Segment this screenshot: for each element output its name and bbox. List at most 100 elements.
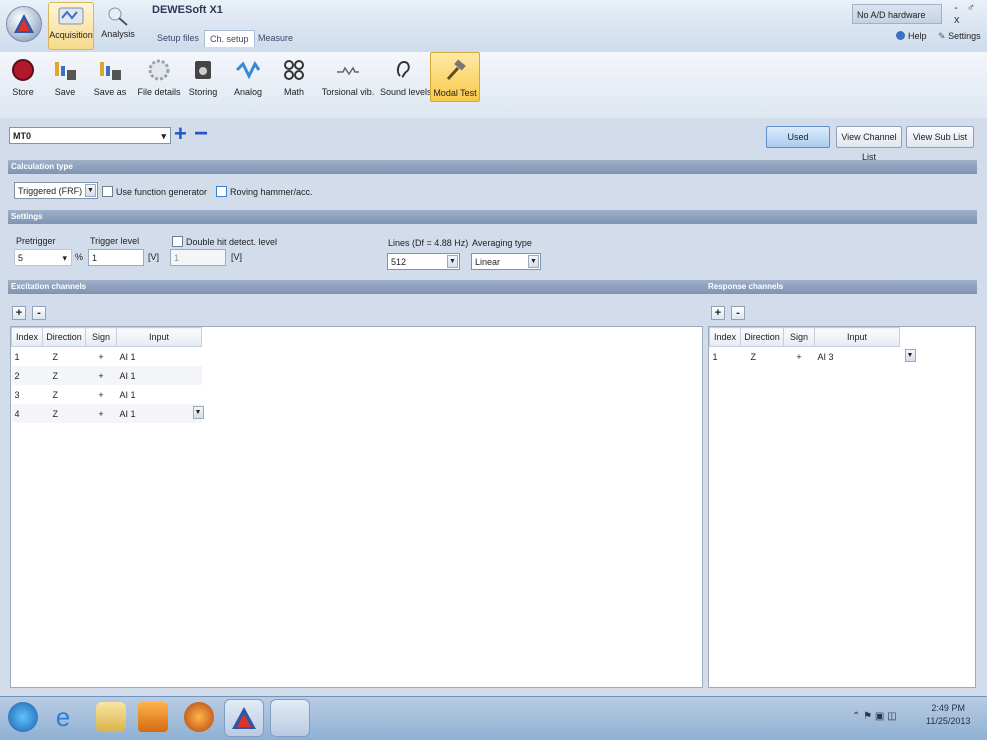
index-cell: 4	[11, 404, 43, 423]
module-select[interactable]: MT0 ▾	[9, 127, 171, 144]
view-channel-list-button[interactable]: View Channel List	[836, 126, 902, 162]
input-cell[interactable]: AI 1	[117, 347, 202, 367]
torsional-label: Torsional vib.	[321, 87, 375, 97]
table-header-row: Index Direction Sign Input	[11, 327, 202, 347]
lines-select[interactable]: 512 ▼	[387, 253, 460, 270]
store-button[interactable]: Store	[4, 52, 42, 102]
column-header[interactable]: Direction	[740, 327, 784, 347]
dewesoft-logo[interactable]	[6, 6, 42, 42]
clock[interactable]: 2:49 PM 11/25/2013	[926, 702, 970, 728]
dropdown-arrow-icon[interactable]: ▼	[904, 349, 916, 362]
system-tray[interactable]: ⌃ ⚑ ▣ ◫	[852, 711, 897, 722]
roving-checkbox[interactable]: Roving hammer/acc.	[216, 186, 313, 197]
column-header[interactable]: Index	[11, 327, 43, 347]
tab-measure[interactable]: Measure	[253, 30, 298, 46]
remove-response-button[interactable]: -	[731, 306, 745, 320]
pretrigger-select[interactable]: 5 ▾	[14, 249, 72, 266]
table-row[interactable]: 3 Z + AI 1	[12, 385, 202, 404]
start-button-icon[interactable]	[8, 702, 38, 732]
add-excitation-button[interactable]: +	[12, 306, 26, 320]
input-cell[interactable]: AI 3 ▼	[815, 347, 916, 367]
paint-taskbar-icon[interactable]	[270, 699, 310, 737]
column-header[interactable]: Sign	[783, 327, 815, 347]
sign-cell[interactable]: +	[85, 366, 117, 385]
torsional-button[interactable]: Torsional vib.	[320, 52, 376, 102]
table-row[interactable]: 4 Z + AI 1 ▼	[11, 404, 204, 423]
sign-cell[interactable]: +	[86, 347, 117, 367]
column-header[interactable]: Index	[709, 327, 741, 347]
hardware-status[interactable]: No A/D hardware	[852, 4, 942, 24]
column-header[interactable]: Input	[814, 327, 900, 347]
direction-cell[interactable]: Z	[42, 366, 86, 385]
direction-cell[interactable]: Z	[43, 385, 86, 404]
input-cell[interactable]: AI 1	[117, 385, 202, 404]
input-cell[interactable]: AI 1 ▼	[116, 404, 204, 423]
storing-button[interactable]: Storing	[184, 52, 222, 102]
torsional-icon	[320, 55, 376, 85]
tab-ch-setup[interactable]: Ch. setup	[204, 30, 255, 47]
dewesoft-logo-icon	[232, 707, 256, 729]
column-header[interactable]: Direction	[42, 327, 86, 347]
calculation-type-select[interactable]: Triggered (FRF) ▼	[14, 182, 98, 199]
dewesoft-taskbar-icon[interactable]	[224, 699, 264, 737]
remove-excitation-button[interactable]: -	[32, 306, 46, 320]
settings-link[interactable]: ✎ Settings	[938, 31, 981, 42]
direction-cell[interactable]: Z	[741, 347, 784, 367]
averaging-type-select[interactable]: Linear ▼	[471, 253, 541, 270]
lines-label: Lines (Df = 4.88 Hz)	[388, 238, 469, 248]
media-player-icon[interactable]	[138, 702, 168, 732]
trigger-level-input[interactable]: 1	[88, 249, 144, 266]
window-controls[interactable]: - ♂ x	[954, 2, 987, 26]
trigger-level-label: Trigger level	[90, 236, 140, 246]
calculation-type-header: Calculation type	[8, 160, 977, 174]
save-label: Save	[54, 87, 76, 97]
table-row[interactable]: 1 Z + AI 3 ▼	[710, 347, 916, 367]
column-header[interactable]: Input	[116, 327, 202, 347]
sign-cell[interactable]: +	[784, 347, 815, 367]
store-label: Store	[12, 87, 34, 97]
add-response-button[interactable]: +	[711, 306, 725, 320]
save-as-label: Save as	[93, 87, 127, 97]
modal-test-button[interactable]: Modal Test	[430, 52, 480, 102]
sound-levels-button[interactable]: Sound levels	[380, 52, 432, 102]
dropdown-arrow-icon: ▼	[85, 184, 96, 197]
tab-setup-files[interactable]: Setup files	[152, 30, 204, 46]
use-function-generator-checkbox[interactable]: Use function generator	[102, 186, 207, 197]
acquisition-icon	[56, 6, 86, 28]
disk-icon	[184, 55, 222, 85]
remove-module-button[interactable]: −	[194, 120, 208, 148]
clock-time: 2:49 PM	[931, 703, 965, 713]
save-as-button[interactable]: Save as	[90, 52, 130, 102]
sign-cell[interactable]: +	[85, 404, 117, 423]
double-hit-checkbox[interactable]: Double hit detect. level	[172, 236, 277, 247]
roving-label: Roving hammer/acc.	[230, 187, 313, 197]
dropdown-arrow-icon: ▾	[161, 131, 166, 141]
mode-analysis[interactable]: Analysis	[96, 2, 140, 48]
direction-cell[interactable]: Z	[42, 404, 86, 423]
save-button[interactable]: Save	[46, 52, 84, 102]
firefox-icon[interactable]	[184, 702, 214, 732]
clock-date: 11/25/2013	[926, 716, 971, 726]
save-as-icon	[90, 55, 130, 85]
response-table: Index Direction Sign Input 1 Z + AI 3 ▼	[709, 327, 916, 367]
table-row[interactable]: 1 Z + AI 1	[12, 347, 202, 367]
file-details-button[interactable]: File details	[136, 52, 182, 102]
used-button[interactable]: Used	[766, 126, 830, 148]
internet-explorer-icon[interactable]: e	[48, 702, 78, 732]
analog-button[interactable]: Analog	[230, 52, 266, 102]
column-header[interactable]: Sign	[85, 327, 117, 347]
folder-icon[interactable]	[96, 702, 126, 732]
direction-cell[interactable]: Z	[43, 347, 86, 367]
view-sub-list-button[interactable]: View Sub List	[906, 126, 974, 148]
dropdown-arrow-icon[interactable]: ▼	[192, 406, 204, 419]
mode-acquisition[interactable]: Acquisition	[48, 2, 94, 50]
help-link[interactable]: Help	[896, 31, 927, 41]
double-hit-input[interactable]: 1	[170, 249, 226, 266]
add-module-button[interactable]: +	[174, 121, 187, 147]
analog-label: Analog	[233, 87, 263, 97]
input-cell[interactable]: AI 1	[116, 366, 202, 385]
response-panel: Index Direction Sign Input 1 Z + AI 3 ▼	[708, 326, 976, 688]
sign-cell[interactable]: +	[86, 385, 117, 404]
table-row[interactable]: 2 Z + AI 1	[11, 366, 202, 385]
math-button[interactable]: Math	[276, 52, 312, 102]
